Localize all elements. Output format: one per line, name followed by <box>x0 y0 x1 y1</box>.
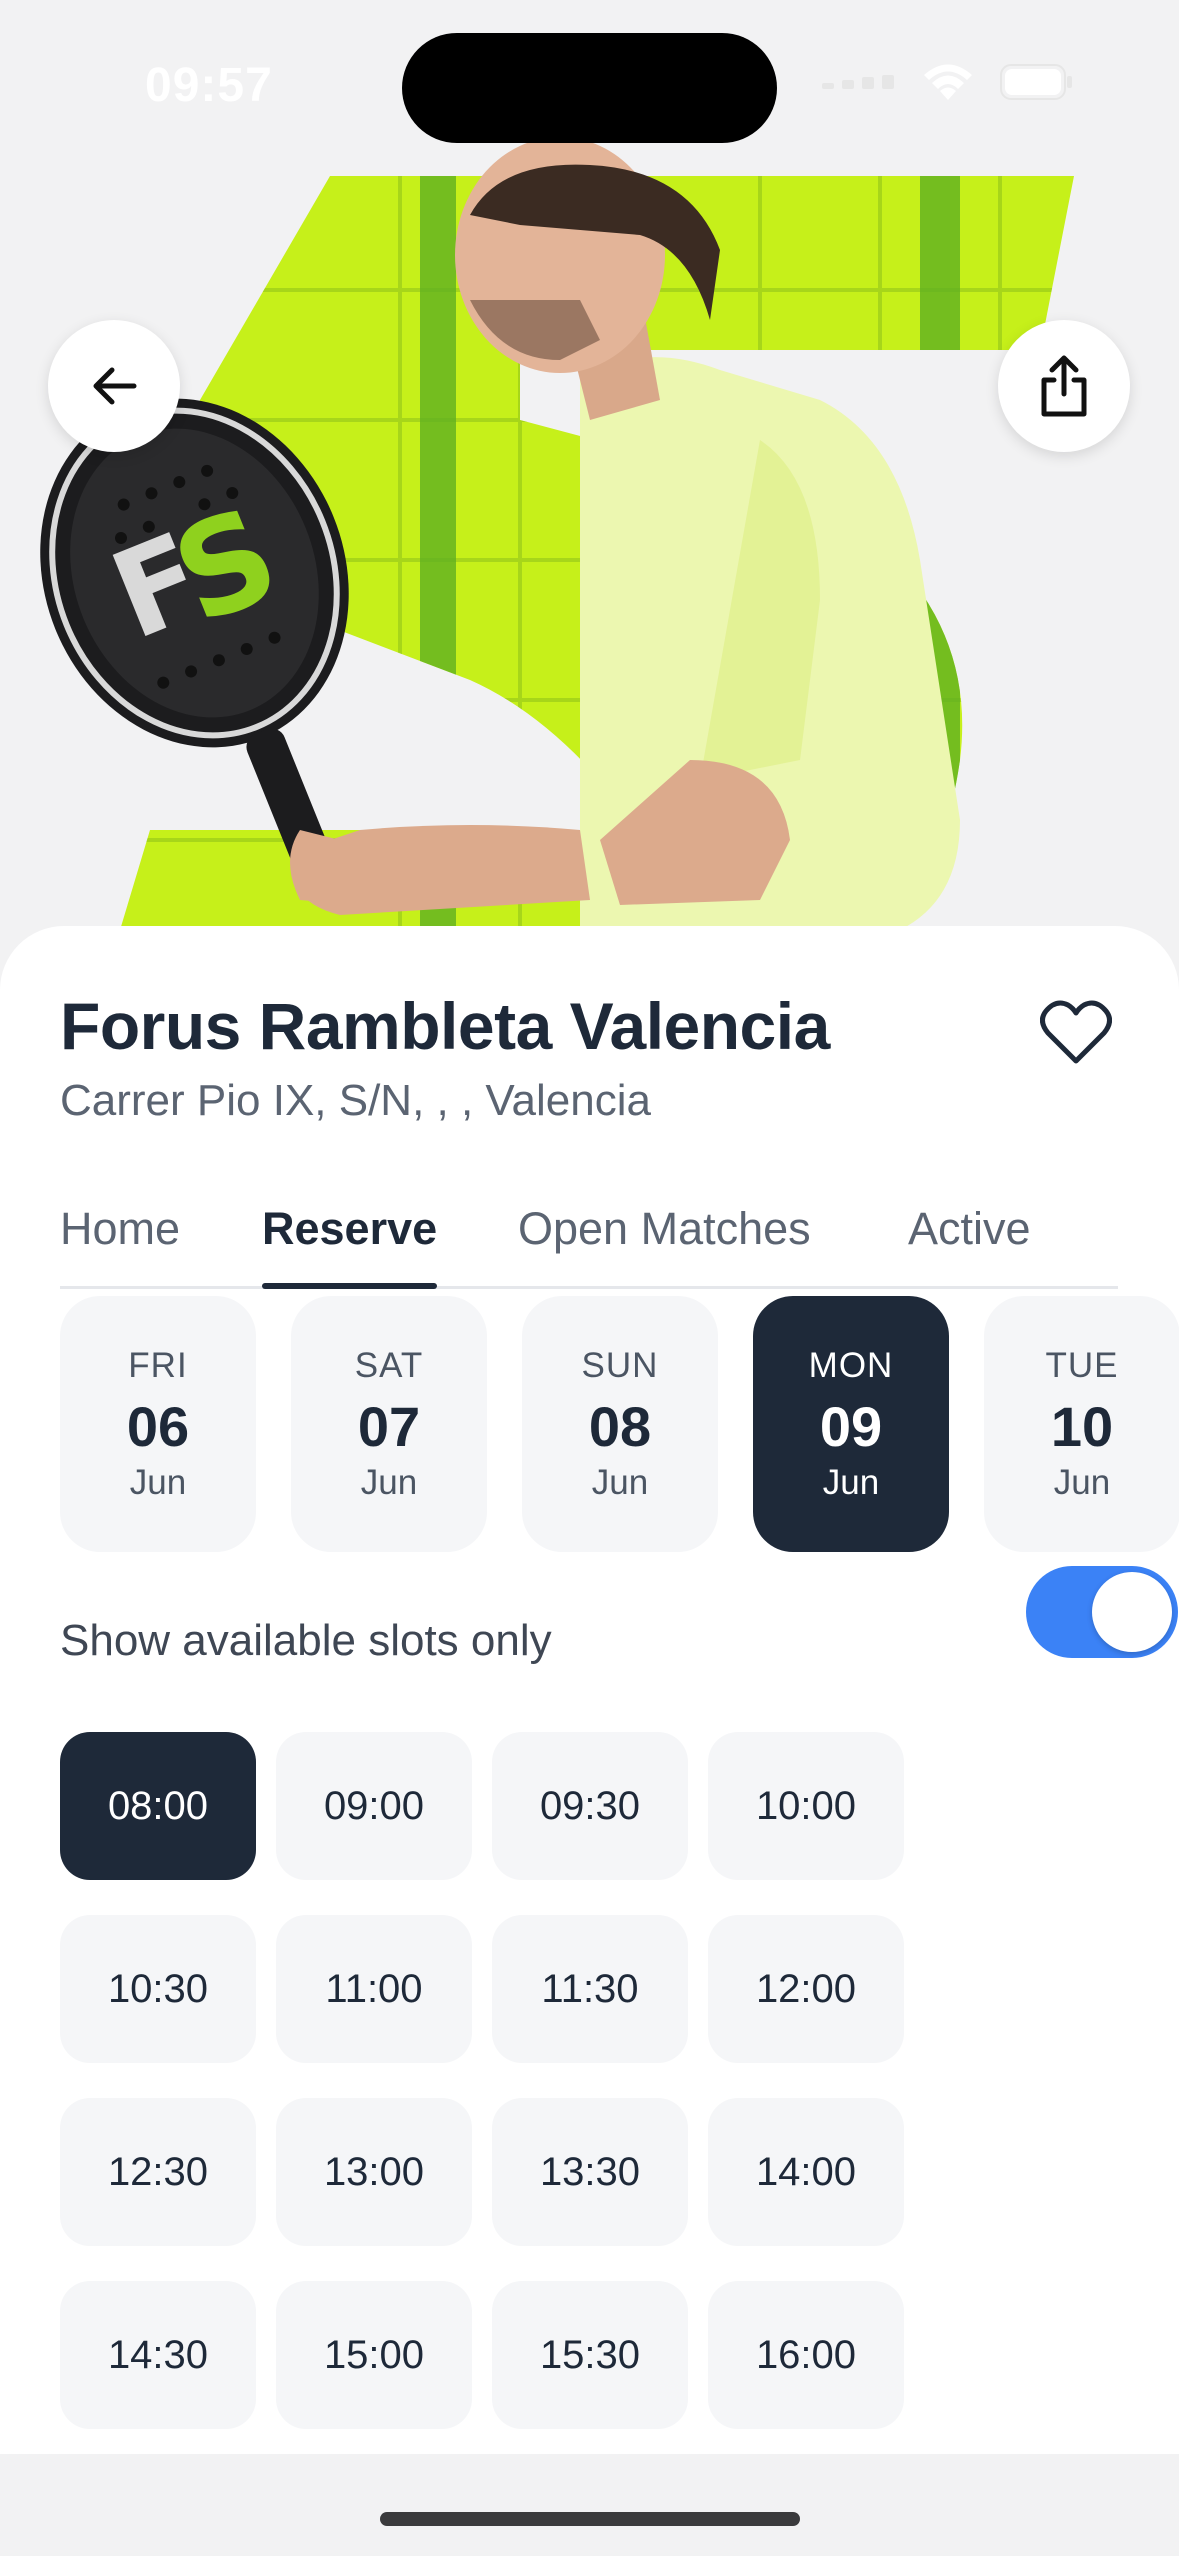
slot-1330[interactable]: 13:30 <box>492 2098 688 2246</box>
date-month: Jun <box>822 1462 880 1502</box>
slot-0930[interactable]: 09:30 <box>492 1732 688 1880</box>
tab-active[interactable]: Active <box>908 1186 1031 1286</box>
slot-1100[interactable]: 11:00 <box>276 1915 472 2063</box>
date-month: Jun <box>1053 1462 1111 1502</box>
available-slots-toggle[interactable] <box>1026 1566 1178 1658</box>
date-weekday: SUN <box>581 1345 659 1385</box>
tab-open-matches[interactable]: Open Matches <box>518 1186 811 1286</box>
heart-icon <box>1040 1000 1112 1064</box>
date-card-sat[interactable]: SAT 07 Jun <box>291 1296 487 1552</box>
date-day: 09 <box>819 1394 883 1458</box>
tab-reserve[interactable]: Reserve <box>262 1186 438 1289</box>
slot-0900[interactable]: 09:00 <box>276 1732 472 1880</box>
available-slots-label: Show available slots only <box>60 1616 552 1665</box>
date-month: Jun <box>360 1462 418 1502</box>
date-day: 07 <box>357 1394 421 1458</box>
favorite-button[interactable] <box>1036 992 1116 1072</box>
status-time: 09:57 <box>145 59 273 112</box>
slot-1530[interactable]: 15:30 <box>492 2281 688 2429</box>
status-indicators <box>822 62 1074 102</box>
slot-1600[interactable]: 16:00 <box>708 2281 904 2429</box>
date-weekday: TUE <box>1045 1345 1119 1385</box>
date-day: 08 <box>588 1394 652 1458</box>
slot-1500[interactable]: 15:00 <box>276 2281 472 2429</box>
dynamic-island <box>402 33 777 143</box>
venue-address: Carrer Pio IX, S/N, , , Valencia <box>60 1076 651 1125</box>
slot-1030[interactable]: 10:30 <box>60 1915 256 2063</box>
date-month: Jun <box>129 1462 187 1502</box>
slot-1300[interactable]: 13:00 <box>276 2098 472 2246</box>
venue-sheet: Forus Rambleta Valencia Carrer Pio IX, S… <box>0 926 1179 2454</box>
date-weekday: SAT <box>354 1345 424 1385</box>
date-day: 10 <box>1050 1394 1114 1458</box>
slot-1400[interactable]: 14:00 <box>708 2098 904 2246</box>
hero-image: F S 09:57 <box>0 0 1179 940</box>
toggle-knob <box>1092 1572 1172 1652</box>
date-card-fri[interactable]: FRI 06 Jun <box>60 1296 256 1552</box>
slot-1200[interactable]: 12:00 <box>708 1915 904 2063</box>
share-icon <box>1041 355 1087 417</box>
slot-1430[interactable]: 14:30 <box>60 2281 256 2429</box>
date-weekday: FRI <box>128 1345 188 1385</box>
wifi-icon <box>924 64 972 100</box>
slot-1000[interactable]: 10:00 <box>708 1732 904 1880</box>
back-button[interactable] <box>48 320 180 452</box>
slot-1130[interactable]: 11:30 <box>492 1915 688 2063</box>
date-card-mon[interactable]: MON 09 Jun <box>753 1296 949 1552</box>
slot-0800[interactable]: 08:00 <box>60 1732 256 1880</box>
slot-1230[interactable]: 12:30 <box>60 2098 256 2246</box>
tab-home[interactable]: Home <box>60 1186 180 1286</box>
share-button[interactable] <box>998 320 1130 452</box>
home-indicator[interactable] <box>380 2512 800 2526</box>
arrow-left-icon <box>93 367 137 405</box>
date-weekday: MON <box>808 1345 894 1385</box>
date-day: 06 <box>126 1394 190 1458</box>
venue-name: Forus Rambleta Valencia <box>60 989 830 1063</box>
date-card-tue[interactable]: TUE 10 Jun <box>984 1296 1179 1552</box>
battery-icon <box>1000 64 1072 100</box>
date-month: Jun <box>591 1462 649 1502</box>
date-card-sun[interactable]: SUN 08 Jun <box>522 1296 718 1552</box>
tab-bar: Home Reserve Open Matches Active <box>60 1186 1118 1289</box>
cellular-signal-icon <box>822 75 894 89</box>
